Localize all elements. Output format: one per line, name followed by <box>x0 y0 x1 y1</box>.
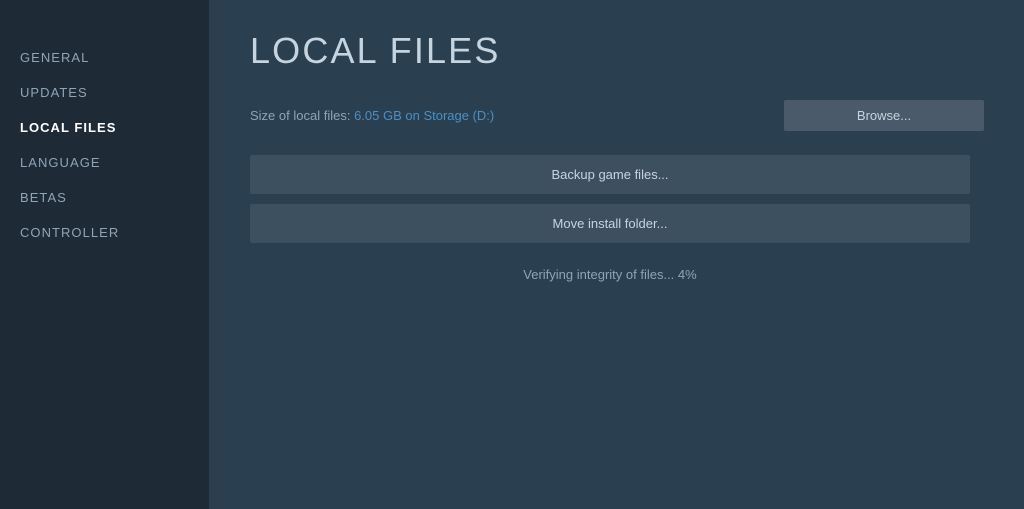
sidebar-item-language[interactable]: LANGUAGE <box>0 145 209 180</box>
sidebar-item-general[interactable]: GENERAL <box>0 40 209 75</box>
sidebar: GENERALUPDATESLOCAL FILESLANGUAGEBETASCO… <box>0 0 210 509</box>
sidebar-item-local-files[interactable]: LOCAL FILES <box>0 110 209 145</box>
sidebar-item-controller[interactable]: CONTROLLER <box>0 215 209 250</box>
backup-button[interactable]: Backup game files... <box>250 155 970 194</box>
page-title: LOCAL FILES <box>250 30 984 72</box>
browse-button[interactable]: Browse... <box>784 100 984 131</box>
file-size-label: Size of local files: 6.05 GB on Storage … <box>250 108 494 123</box>
sidebar-item-updates[interactable]: UPDATES <box>0 75 209 110</box>
sidebar-item-betas[interactable]: BETAS <box>0 180 209 215</box>
file-size-value: 6.05 GB on Storage (D:) <box>354 108 494 123</box>
verify-status: Verifying integrity of files... 4% <box>250 267 970 282</box>
move-install-button[interactable]: Move install folder... <box>250 204 970 243</box>
file-size-row: Size of local files: 6.05 GB on Storage … <box>250 100 984 131</box>
main-content: LOCAL FILES Size of local files: 6.05 GB… <box>210 0 1024 509</box>
